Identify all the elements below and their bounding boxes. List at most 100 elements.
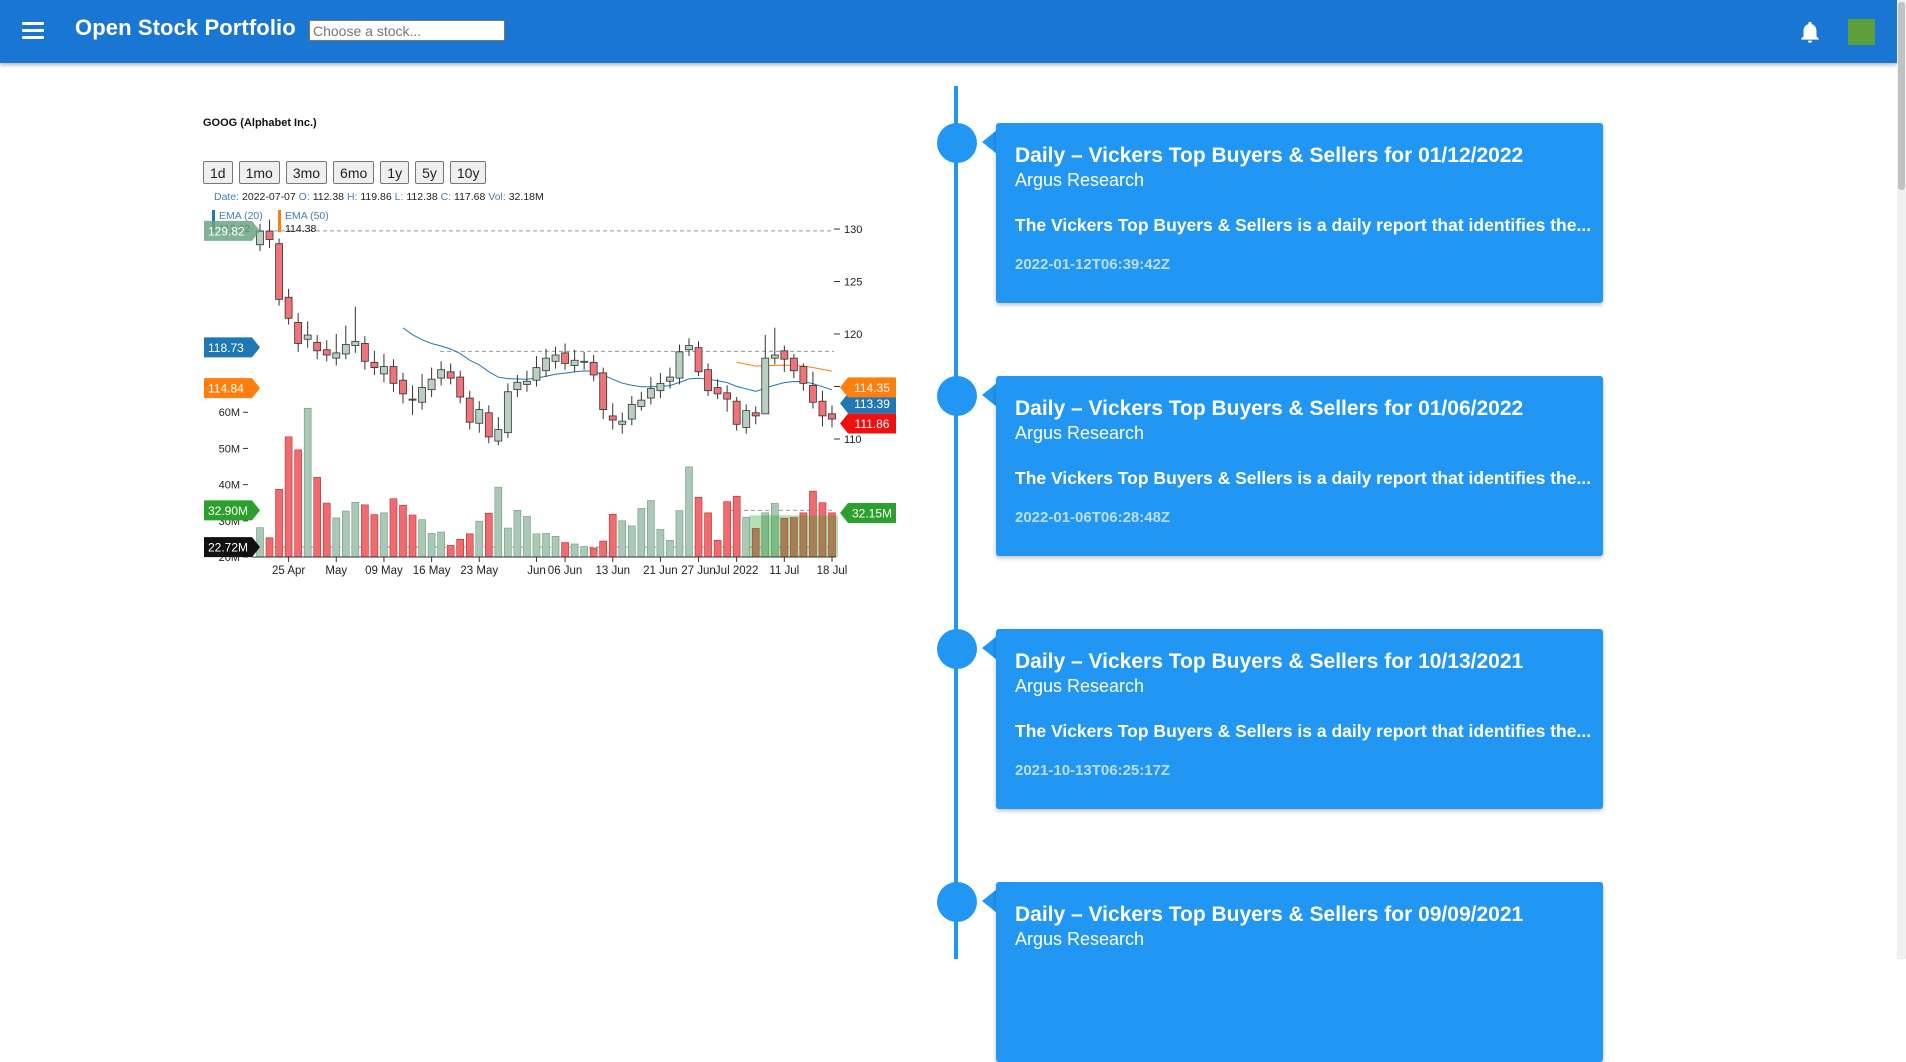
candle-body [751,412,760,417]
card-title: Daily – Vickers Top Buyers & Sellers for… [1015,650,1524,673]
card-date: 2022-01-12T06:39:42Z [1015,256,1171,273]
legend-swatch [278,210,281,232]
candle-body [484,412,493,438]
timeline-dot [937,123,977,163]
scrollbar-thumb[interactable] [1898,2,1905,190]
volume-bar [256,527,264,558]
volume-bar [332,517,341,558]
axis-value-tag-label: 114.35 [854,381,890,395]
volume-bar [627,525,636,558]
date-tick-label: 23 May [460,565,498,577]
candle-body [770,354,779,359]
candle-body [675,351,684,379]
candle-body [322,349,331,356]
volume-bar [513,510,522,558]
volume-bar [437,531,445,558]
volume-bar [294,449,302,558]
volume-bar [704,512,712,558]
card-summary: The Vickers Top Buyers & Sellers is a da… [1015,215,1592,235]
candle-body [437,369,446,379]
volume-bar [713,540,722,558]
volume-bar [666,540,674,558]
candle-body [275,243,283,300]
news-card[interactable]: Daily – Vickers Top Buyers & Sellers for… [996,123,1603,303]
candle-body [380,366,388,375]
volume-bar [675,510,684,558]
date-tick-label: 25 Apr [272,565,305,577]
volume-bar [361,504,369,558]
axis-value-tag-label: 32.90M [208,504,248,518]
card-source: Argus Research [1015,676,1145,696]
stock-search-input[interactable] [309,20,505,41]
avatar[interactable] [1848,19,1875,45]
volume-bar [647,500,655,558]
candle-body [332,352,341,359]
volume-bar [551,536,560,558]
card-summary: The Vickers Top Buyers & Sellers is a da… [1015,721,1592,741]
card-pointer [982,130,997,154]
candle-body [761,357,770,415]
volume-bar [637,508,646,558]
axis-value-tag-label: 22.72M [208,541,248,555]
volume-bar [370,514,379,558]
candle-body [389,366,398,384]
card-date: 2022-01-06T06:28:48Z [1015,509,1171,526]
timeline-dot [937,629,977,669]
candle-body [513,381,522,391]
volume-bar [399,504,407,558]
candle-body [618,420,627,425]
date-tick-label: May [325,565,347,577]
price-tick-label: 120 [844,329,862,341]
date-tick-label: Jul 2022 [715,565,758,577]
volume-bar [685,466,693,558]
candlestick-chart[interactable]: 13012512011511060M50M40M30M20M25 AprMay0… [200,105,900,585]
volume-bar [465,533,474,558]
stock-chart-panel: GOOG (Alphabet Inc.) 1d 1mo 3mo 6mo 1y 5… [200,105,900,585]
card-title: Daily – Vickers Top Buyers & Sellers for… [1015,397,1524,420]
volume-bar [532,533,541,558]
axis-value-tag-label: 118.73 [208,341,244,355]
bell-icon[interactable] [1797,19,1823,45]
date-tick-label: 18 Jul [817,565,848,577]
volume-bar [427,533,436,558]
volume-bar [313,477,321,558]
date-tick-label: 27 Jun [681,565,716,577]
volume-bar [351,502,360,558]
price-tick-label: 125 [844,277,862,289]
volume-bar [618,520,627,558]
volume-bar [694,496,703,558]
candle-body [494,429,503,442]
volume-bar [284,436,293,558]
card-title: Daily – Vickers Top Buyers & Sellers for… [1015,144,1524,167]
candle-body [732,400,741,425]
card-source: Argus Research [1015,170,1145,190]
volume-bar [656,529,665,558]
candle-body [523,380,531,385]
volume-bar [456,538,465,558]
legend-value: 114.38 [285,223,316,235]
volume-tick-label: 40M [219,480,240,492]
candle-body [799,366,808,384]
candle-body [561,352,569,364]
candle-body [265,230,274,240]
candle-body [551,354,560,362]
candle-body [313,341,322,352]
candle-body [694,347,703,373]
date-tick-label: Jun [527,565,546,577]
card-source: Argus Research [1015,929,1145,949]
candle-body [599,372,608,411]
volume-bar [494,486,503,558]
candle-body [818,400,827,417]
date-tick-label: 11 Jul [769,565,799,577]
app-title[interactable]: Open Stock Portfolio [75,15,296,41]
news-card[interactable]: Daily – Vickers Top Buyers & Sellers for… [996,882,1603,1062]
volume-bar [504,527,512,558]
page-scrollbar[interactable] [1897,0,1906,959]
candle-body [570,359,579,366]
candle-body [427,378,436,391]
candle-body [370,361,379,369]
news-card[interactable]: Daily – Vickers Top Buyers & Sellers for… [996,376,1603,556]
news-card[interactable]: Daily – Vickers Top Buyers & Sellers for… [996,629,1603,809]
menu-icon[interactable] [22,22,44,40]
volume-bar [542,533,550,558]
